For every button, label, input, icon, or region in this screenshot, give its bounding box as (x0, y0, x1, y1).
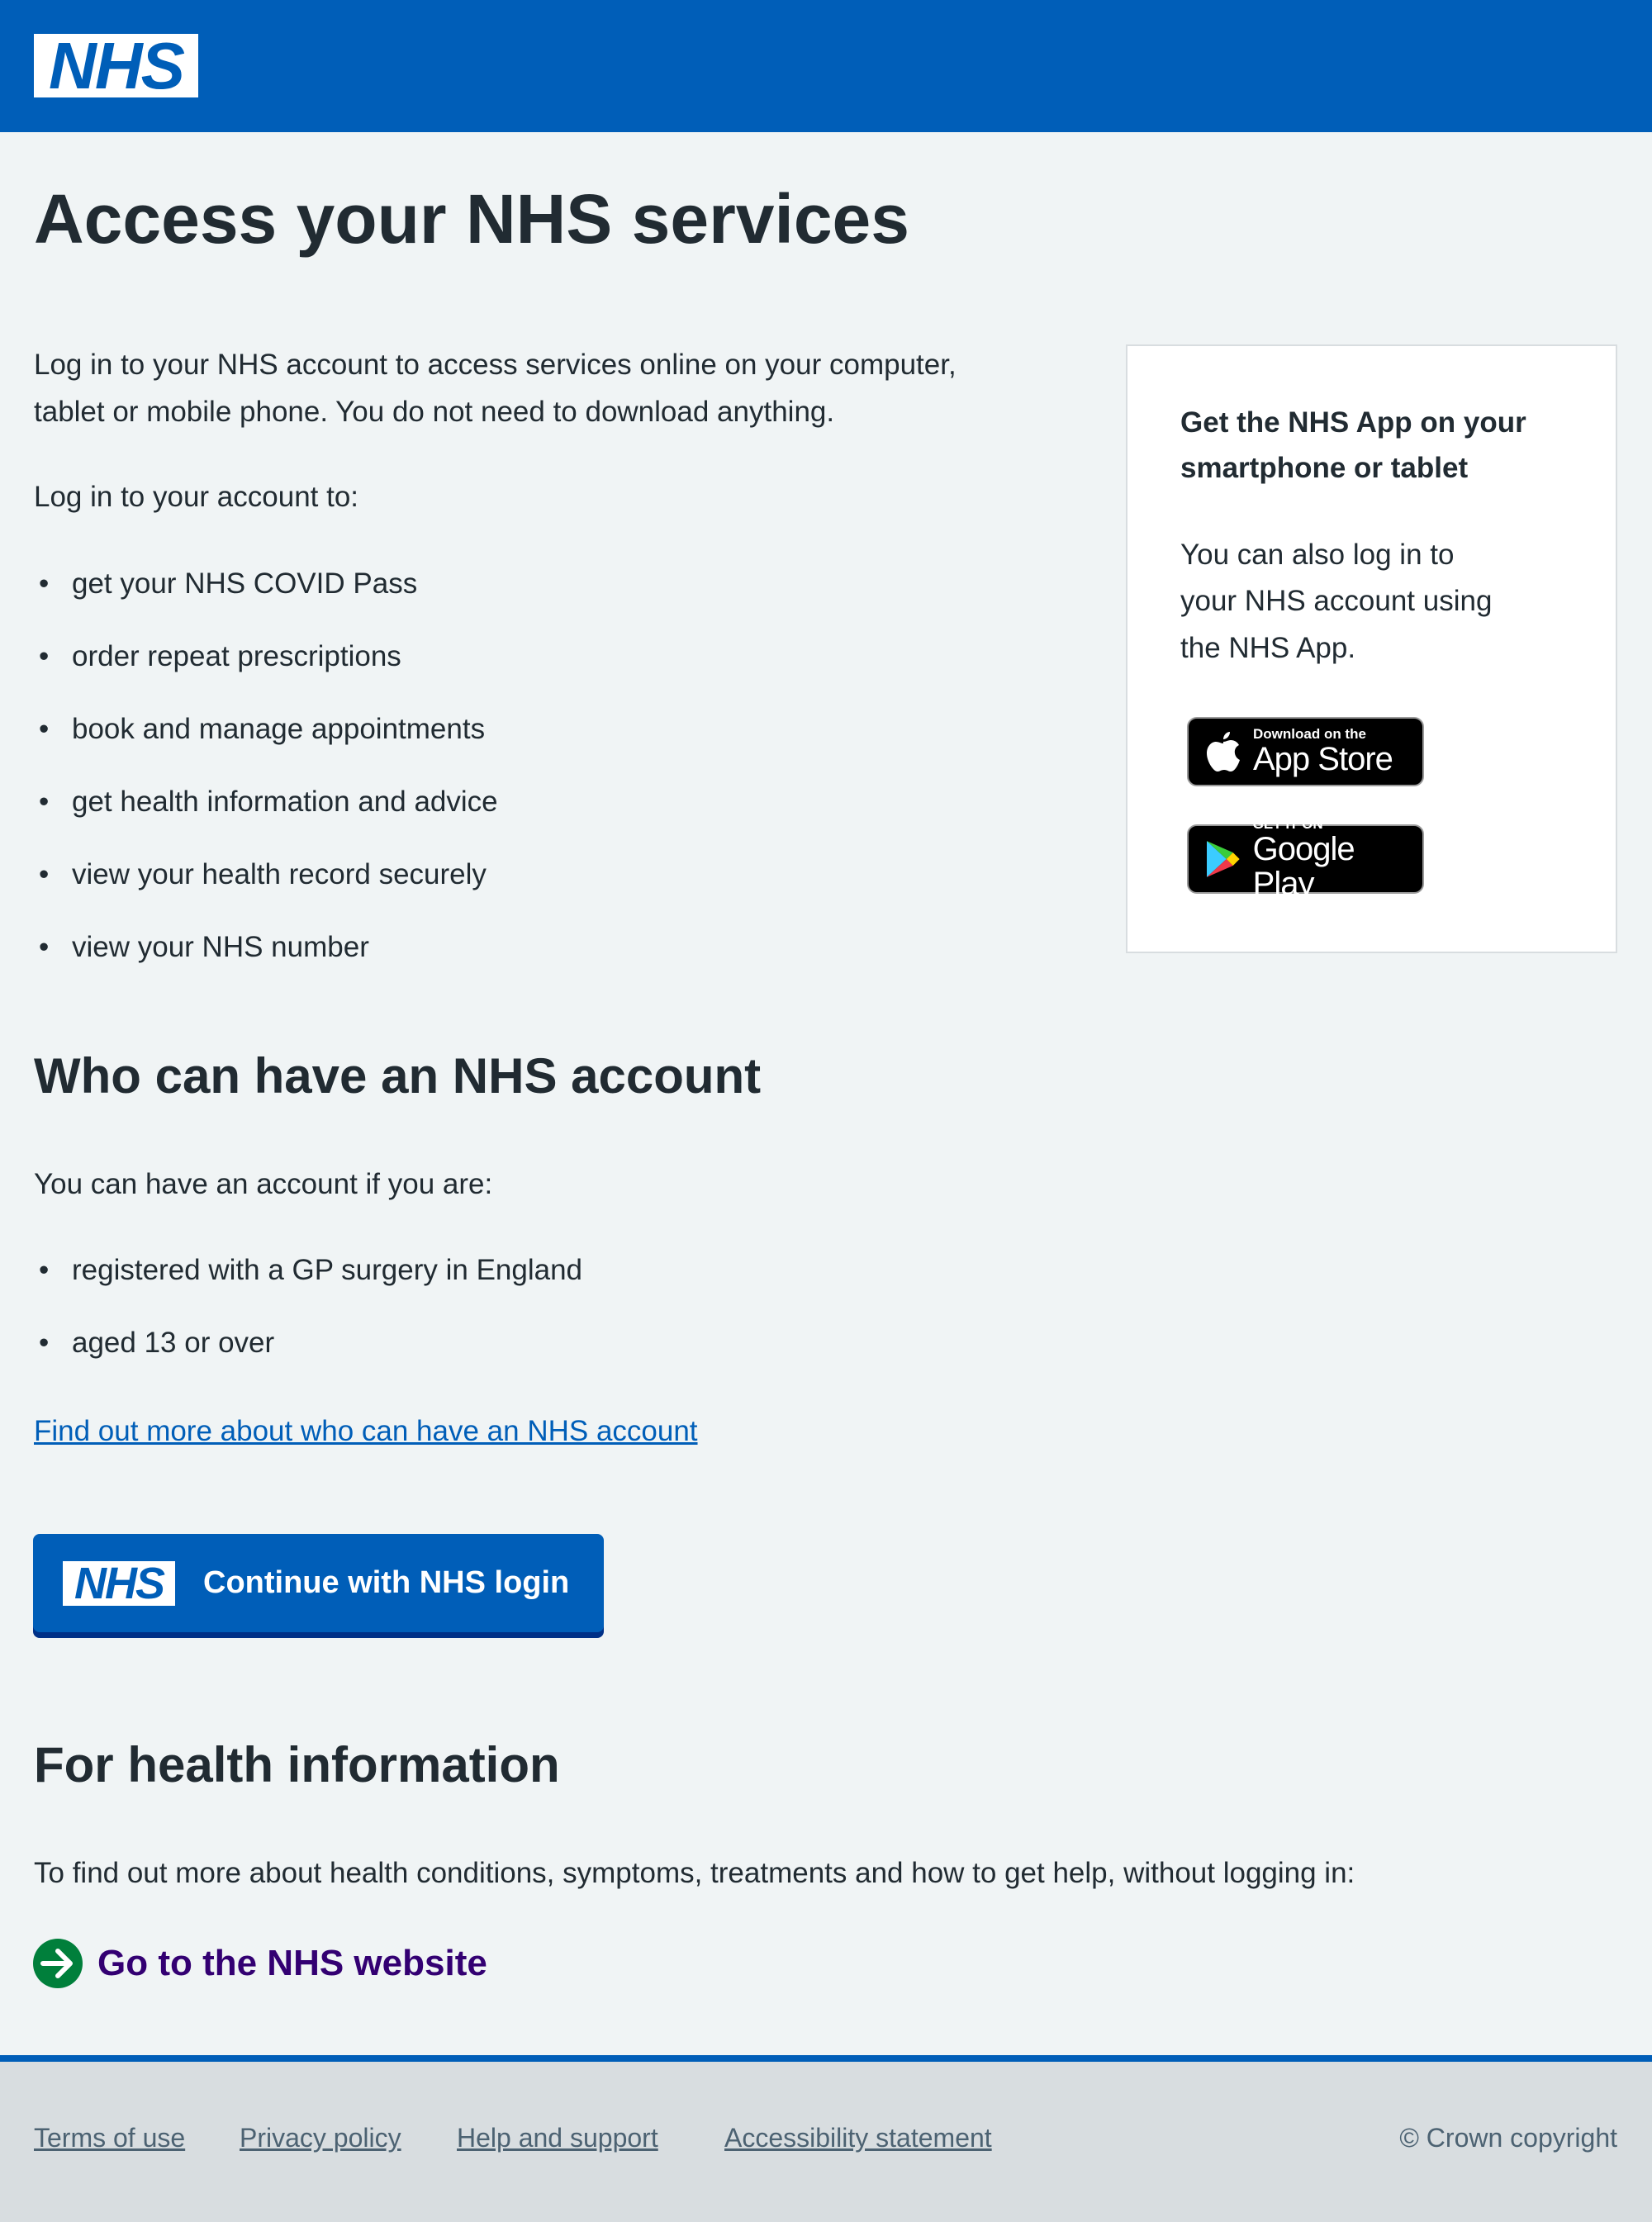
app-store-badge[interactable]: Download on the App Store (1187, 717, 1424, 786)
badge-big-text: App Store (1253, 741, 1393, 777)
list-intro: Log in to your account to: (34, 481, 359, 513)
who-link[interactable]: Find out more about who can have an NHS … (34, 1408, 698, 1455)
nhs-logo: NHS (63, 1559, 175, 1608)
copyright: © Crown copyright (1399, 2123, 1617, 2153)
health-heading: For health information (34, 1737, 560, 1792)
intro-line-2: tablet or mobile phone. You do not need … (34, 396, 835, 428)
panel-heading-2: smartphone or tablet (1180, 452, 1469, 484)
panel-text-3: the NHS App. (1180, 632, 1356, 664)
list-item: book and manage appointments (34, 705, 485, 753)
list-item: get your NHS COVID Pass (34, 560, 417, 607)
nhs-login-button[interactable]: NHS Continue with NHS login (33, 1534, 604, 1632)
panel-heading-1: Get the NHS App on your (1180, 406, 1526, 439)
arrow-right-circle-icon (33, 1939, 83, 1988)
who-intro: You can have an account if you are: (34, 1168, 493, 1200)
who-heading: Who can have an NHS account (34, 1048, 762, 1104)
google-play-badge[interactable]: GET IT ON Google Play (1187, 817, 1424, 901)
list-item: view your health record securely (34, 851, 487, 898)
header: NHS (0, 0, 1652, 132)
footer: Terms of use Privacy policy Help and sup… (0, 2055, 1652, 2222)
badge-big-text: Google Play (1252, 831, 1355, 902)
footer-link-accessibility[interactable]: Accessibility statement (724, 2123, 992, 2153)
badge-small-text: Download on the (1253, 726, 1366, 742)
footer-link-privacy[interactable]: Privacy policy (240, 2123, 401, 2153)
page-title: Access your NHS services (34, 180, 909, 258)
intro-line-1: Log in to your NHS account to access ser… (34, 349, 957, 381)
footer-link-help[interactable]: Help and support (457, 2123, 658, 2153)
list-item: order repeat prescriptions (34, 633, 401, 680)
google-play-icon (1206, 841, 1240, 877)
list-item: aged 13 or over (34, 1319, 274, 1366)
panel-text-2: your NHS account using (1180, 585, 1493, 617)
apple-icon (1207, 732, 1240, 772)
footer-link-terms[interactable]: Terms of use (34, 2123, 185, 2153)
button-label: Continue with NHS login (203, 1565, 570, 1600)
nhs-app-panel: Get the NHS App on your smartphone or ta… (1126, 344, 1617, 953)
nhs-logo[interactable]: NHS (34, 29, 198, 102)
list-item: get health information and advice (34, 778, 498, 825)
badge-small-text: GET IT ON (1252, 816, 1323, 832)
nhs-website-link[interactable]: Go to the NHS website (33, 1939, 487, 1988)
list-item: registered with a GP surgery in England (34, 1246, 582, 1294)
health-text: To find out more about health conditions… (34, 1857, 1355, 1889)
list-item: view your NHS number (34, 923, 369, 971)
link-label: Go to the NHS website (97, 1943, 487, 1983)
panel-text-1: You can also log in to (1180, 539, 1455, 571)
